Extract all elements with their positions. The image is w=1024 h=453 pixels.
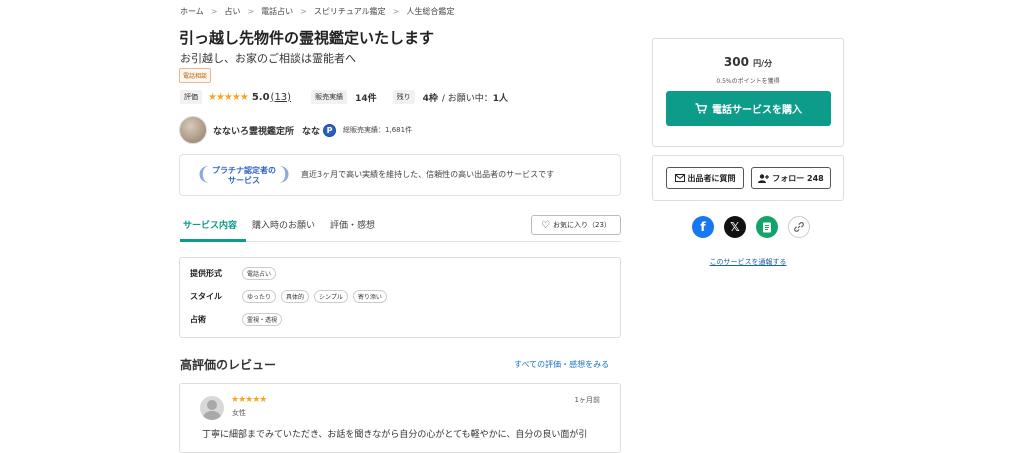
laurel-left-icon: ❨	[196, 164, 212, 185]
reviewer-gender: 女性	[232, 409, 246, 417]
mail-icon	[674, 174, 685, 182]
review-card: ★★★★★ 女性 1ヶ月前 丁寧に細部までみていただき、お話を聞きながら自分の心…	[179, 383, 621, 453]
breadcrumb-life[interactable]: 人生総合鑑定	[406, 6, 454, 17]
seller-avatar[interactable]	[179, 116, 207, 144]
platinum-notice: ❨ プラチナ認定者の サービス ❩ 直近3ヶ月で高い実績を維持した、信頼性の高い…	[179, 154, 621, 196]
seller-actions-box: 出品者に質問 フォロー 248	[652, 155, 844, 201]
breadcrumb-fortune[interactable]: 占い	[224, 6, 240, 17]
spec-value-chip: 霊視・透視	[242, 313, 283, 326]
in-progress-value: 1人	[492, 93, 509, 104]
spec-label: 占術	[190, 315, 206, 324]
rating-value: 5.0	[251, 91, 270, 103]
purchase-box: 300 円/分 0.5%のポイントを獲得 電話サービスを購入	[652, 38, 844, 147]
seller-total-sales: 総販売実績：1,681件	[343, 126, 413, 134]
rating-label: 評価	[180, 90, 202, 104]
spec-value-chip: 電話占い	[242, 267, 277, 280]
platinum-description: 直近3ヶ月で高い実績を維持した、信頼性の高い出品者のサービスです	[301, 170, 555, 179]
remaining-label: 残り	[392, 90, 415, 104]
seller-name[interactable]: なないろ霊視鑑定所	[213, 124, 294, 137]
platinum-badge-icon: P	[323, 123, 337, 137]
sales-label: 販売実績	[311, 90, 348, 104]
breadcrumb-separator: >	[210, 7, 218, 16]
review-time: 1ヶ月前	[574, 396, 600, 404]
spec-row-format: 提供形式 電話占い	[190, 267, 277, 280]
reviews-heading: 高評価のレビュー	[180, 358, 277, 372]
cart-icon	[695, 103, 707, 114]
seller-nickname[interactable]: なな	[302, 124, 320, 137]
price-unit: 円/分	[753, 59, 773, 68]
favorite-button[interactable]: ♡ お気に入り（23）	[531, 215, 621, 235]
follow-button[interactable]: フォロー 248	[751, 167, 831, 189]
breadcrumb-phone-fortune[interactable]: 電話占い	[261, 6, 293, 17]
follow-label: フォロー 248	[772, 173, 824, 183]
tab-service-content[interactable]: サービス内容	[183, 218, 237, 231]
see-all-reviews-link[interactable]: すべての評価・感想をみる	[514, 359, 609, 370]
hatena-bookmark-icon[interactable]	[756, 216, 778, 238]
link-icon[interactable]	[788, 216, 810, 238]
laurel-right-icon: ❩	[276, 164, 292, 185]
facebook-icon[interactable]: f	[692, 216, 714, 238]
buy-button-label: 電話サービスを購入	[712, 105, 802, 116]
platinum-certified-badge: ❨ プラチナ認定者の サービス ❩	[196, 163, 292, 189]
active-tab-indicator	[180, 239, 246, 242]
breadcrumb-separator: >	[300, 7, 307, 16]
buy-phone-service-button[interactable]: 電話サービスを購入	[666, 91, 831, 126]
breadcrumb-separator: >	[247, 7, 255, 16]
price: 300 円/分	[653, 55, 843, 69]
rating-count-link[interactable]: (13)	[271, 92, 292, 103]
price-value: 300	[723, 55, 749, 69]
sales-value: 14件	[355, 93, 377, 104]
seller-info: なないろ霊視鑑定所 なな P 総販売実績：1,681件	[179, 116, 412, 144]
spec-value-chip: 具体的	[281, 290, 310, 303]
review-text: 丁寧に細部までみていただき、お話を聞きながら自分の心がとても軽やかに、自分の良い…	[202, 430, 588, 440]
chain-link-glyph-icon	[794, 222, 804, 232]
spec-label: スタイル	[190, 292, 222, 301]
breadcrumb-spiritual[interactable]: スピリチュアル鑑定	[314, 6, 386, 17]
spec-value-chip: ゆったり	[242, 290, 277, 303]
share-icons: f 𝕏	[692, 216, 810, 238]
heart-icon: ♡	[541, 219, 551, 231]
category-tag: 電話相談	[179, 68, 212, 83]
ask-seller-button[interactable]: 出品者に質問	[666, 167, 744, 189]
in-progress-label: / お願い中：	[441, 93, 493, 104]
ask-seller-label: 出品者に質問	[687, 173, 736, 183]
report-service-link[interactable]: このサービスを通報する	[652, 257, 844, 267]
x-icon[interactable]: 𝕏	[724, 216, 746, 238]
service-spec-table: 提供形式 電話占い スタイル ゆったり 具体的 シンプル 寄り添い 占術 霊視・…	[179, 257, 621, 338]
points-note: 0.5%のポイントを獲得	[716, 78, 780, 85]
spec-label: 提供形式	[190, 269, 222, 278]
tab-reviews[interactable]: 評価・感想	[330, 218, 375, 231]
breadcrumb-separator: >	[392, 7, 400, 16]
page-subtitle: お引越し、お家のご相談は霊能者へ	[180, 52, 356, 65]
tab-purchase-request[interactable]: 購入時のお願い	[252, 218, 315, 231]
review-stars-icon: ★★★★★	[231, 395, 267, 405]
reviewer-avatar-icon	[200, 396, 224, 420]
rating-stars-icon: ★★★★★	[208, 91, 249, 103]
spec-row-method: 占術 霊視・透視	[190, 313, 283, 326]
page-title: 引っ越し先物件の霊視鑑定いたします	[179, 29, 435, 47]
spec-value-chip: シンプル	[314, 290, 348, 303]
spec-row-style: スタイル ゆったり 具体的 シンプル 寄り添い	[190, 290, 387, 303]
bookmark-glyph-icon	[763, 222, 771, 232]
favorite-label: お気に入り（23）	[553, 221, 611, 229]
remaining-value: 4枠	[422, 93, 438, 104]
user-plus-icon	[758, 173, 770, 183]
spec-value-chip: 寄り添い	[352, 290, 387, 303]
stats-row: 評価 ★★★★★ 5.0 (13) 販売実績 14件 残り 4枠 / お願い中：…	[180, 90, 508, 104]
breadcrumb-home[interactable]: ホーム	[180, 6, 204, 17]
breadcrumb: ホーム > 占い > 電話占い > スピリチュアル鑑定 > 人生総合鑑定	[180, 6, 454, 17]
